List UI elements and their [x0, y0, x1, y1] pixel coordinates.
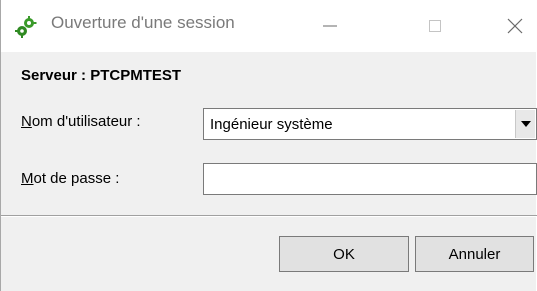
- chevron-down-icon: [520, 121, 531, 127]
- server-label: Serveur : PTCPMTEST: [21, 67, 182, 84]
- close-button[interactable]: [486, 0, 537, 52]
- minimize-button[interactable]: [301, 0, 359, 52]
- title-bar[interactable]: Ouverture d'une session: [1, 0, 536, 52]
- username-combobox[interactable]: Ingénieur système: [203, 108, 537, 140]
- dropdown-button[interactable]: [515, 110, 535, 138]
- username-value: Ingénieur système: [210, 116, 333, 133]
- username-label: Nom d'utilisateur :: [21, 113, 141, 130]
- maximize-icon: [429, 20, 441, 32]
- password-label-access-key: M: [21, 170, 34, 187]
- minimize-icon: [323, 25, 337, 27]
- password-label: Mot de passe :: [21, 170, 119, 187]
- username-label-access-key: N: [21, 113, 32, 130]
- ok-button[interactable]: OK: [279, 236, 409, 272]
- password-field[interactable]: [203, 163, 537, 195]
- login-dialog: Ouverture d'une session Serveur : PTCPMT…: [0, 0, 537, 291]
- green-cogs-icon: [14, 15, 38, 39]
- window-title: Ouverture d'une session: [51, 13, 235, 32]
- close-icon: [507, 18, 523, 34]
- separator: [1, 215, 537, 217]
- password-label-text: ot de passe :: [33, 170, 120, 187]
- username-label-text: om d'utilisateur :: [31, 113, 141, 130]
- cancel-button[interactable]: Annuler: [415, 236, 534, 272]
- maximize-button[interactable]: [406, 0, 464, 52]
